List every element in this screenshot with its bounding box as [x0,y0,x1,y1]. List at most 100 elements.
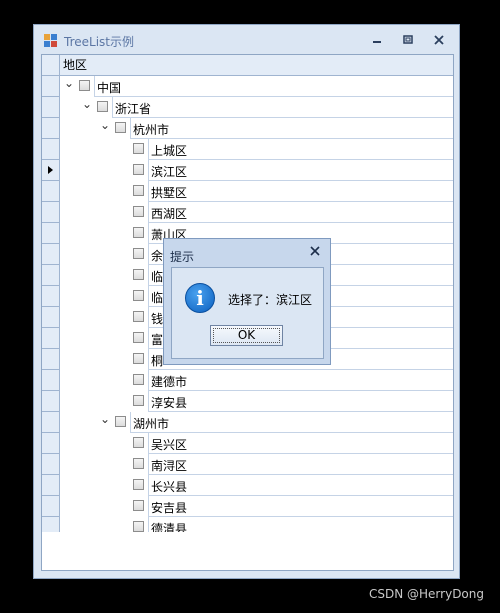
node-checkbox[interactable] [133,185,144,196]
node-checkbox[interactable] [133,395,144,406]
close-icon [434,35,444,45]
node-label: 长兴县 [151,480,188,494]
app-windows-icon [44,34,57,47]
node-checkbox[interactable] [133,332,144,343]
header-indicator-cell [42,55,60,76]
tree-row[interactable]: ⌄ 浙江省 [60,97,453,118]
row-indicator[interactable] [42,244,59,265]
row-cell [130,118,453,139]
row-cell [148,139,453,160]
node-checkbox[interactable] [115,122,126,133]
row-indicator[interactable] [42,181,59,202]
row-indicator[interactable] [42,370,59,391]
node-checkbox[interactable] [79,80,90,91]
node-checkbox[interactable] [133,206,144,217]
node-checkbox[interactable] [133,500,144,511]
node-label: 中国 [97,81,122,95]
chevron-down-icon[interactable]: ⌄ [64,77,74,89]
node-checkbox[interactable] [133,521,144,532]
node-checkbox[interactable] [133,479,144,490]
row-indicator[interactable] [42,349,59,370]
node-checkbox[interactable] [133,143,144,154]
row-indicator[interactable] [42,433,59,454]
tree-row[interactable]: 安吉县 [60,496,453,517]
close-button[interactable] [430,32,448,48]
row-indicator[interactable] [42,286,59,307]
row-cell [148,181,453,202]
node-checkbox[interactable] [133,290,144,301]
node-checkbox[interactable] [133,227,144,238]
node-checkbox[interactable] [133,374,144,385]
row-cell [148,160,453,181]
tree-row[interactable]: 滨江区 [60,160,453,181]
node-checkbox[interactable] [115,416,126,427]
tree-row[interactable]: 上城区 [60,139,453,160]
tree-row[interactable]: ⌄ 湖州市 [60,412,453,433]
tree-row[interactable]: 淳安县 [60,391,453,412]
node-label: 西湖区 [151,207,188,221]
row-indicator[interactable] [42,97,59,118]
dialog-close-button[interactable] [308,246,322,260]
row-indicator[interactable] [42,202,59,223]
node-label: 湖州市 [133,417,170,431]
ok-button[interactable]: OK [210,325,283,346]
tree-row[interactable]: 建德市 [60,370,453,391]
node-checkbox[interactable] [133,164,144,175]
watermark-text: CSDN @HerryDong [369,587,484,601]
row-indicator[interactable] [42,139,59,160]
row-indicator[interactable] [42,223,59,244]
row-indicator[interactable] [42,265,59,286]
row-indicator[interactable] [42,328,59,349]
row-cell [130,412,453,433]
node-checkbox[interactable] [133,248,144,259]
node-checkbox[interactable] [133,458,144,469]
chevron-down-icon[interactable]: ⌄ [82,98,92,110]
node-checkbox[interactable] [133,437,144,448]
message-dialog: 提示 i 选择了：滨江区 OK [163,238,331,365]
row-indicator-column [42,76,60,538]
row-indicator[interactable] [42,76,59,97]
node-label: 临 [151,270,164,284]
node-label: 吴兴区 [151,438,188,452]
info-icon: i [185,283,215,313]
row-indicator[interactable] [42,412,59,433]
node-checkbox[interactable] [133,353,144,364]
row-cell [148,433,453,454]
node-checkbox[interactable] [133,311,144,322]
dialog-message: 选择了：滨江区 [228,293,313,307]
chevron-down-icon[interactable]: ⌄ [100,413,110,425]
tree-row[interactable]: 拱墅区 [60,181,453,202]
minimize-icon [373,41,381,43]
row-indicator[interactable] [42,118,59,139]
node-label: 南浔区 [151,459,188,473]
empty-grid-area [42,532,453,570]
dialog-body: i 选择了：滨江区 OK [171,267,324,359]
row-indicator[interactable] [42,454,59,475]
row-indicator[interactable] [42,307,59,328]
column-header-region[interactable]: 地区 [60,55,453,76]
node-checkbox[interactable] [97,101,108,112]
row-cell [148,202,453,223]
tree-row[interactable]: 长兴县 [60,475,453,496]
minimize-button[interactable] [368,32,386,48]
tree-row[interactable]: 西湖区 [60,202,453,223]
tree-row[interactable]: 南浔区 [60,454,453,475]
dialog-title: 提示 [170,250,195,264]
node-label: 浙江省 [115,102,152,116]
row-indicator[interactable] [42,496,59,517]
window-title: TreeList示例 [64,35,134,49]
row-indicator[interactable] [42,475,59,496]
title-bar[interactable]: TreeList示例 [34,25,459,53]
row-cell [148,391,453,412]
restore-button[interactable] [399,32,417,48]
row-cell [94,76,453,97]
node-label: 富 [151,333,164,347]
tree-row[interactable]: ⌄ 中国 [60,76,453,97]
chevron-down-icon[interactable]: ⌄ [100,119,110,131]
tree-row[interactable]: ⌄ 杭州市 [60,118,453,139]
row-indicator[interactable] [42,391,59,412]
tree-row[interactable]: 吴兴区 [60,433,453,454]
node-label: 桐 [151,354,164,368]
row-indicator[interactable] [42,160,59,181]
node-checkbox[interactable] [133,269,144,280]
